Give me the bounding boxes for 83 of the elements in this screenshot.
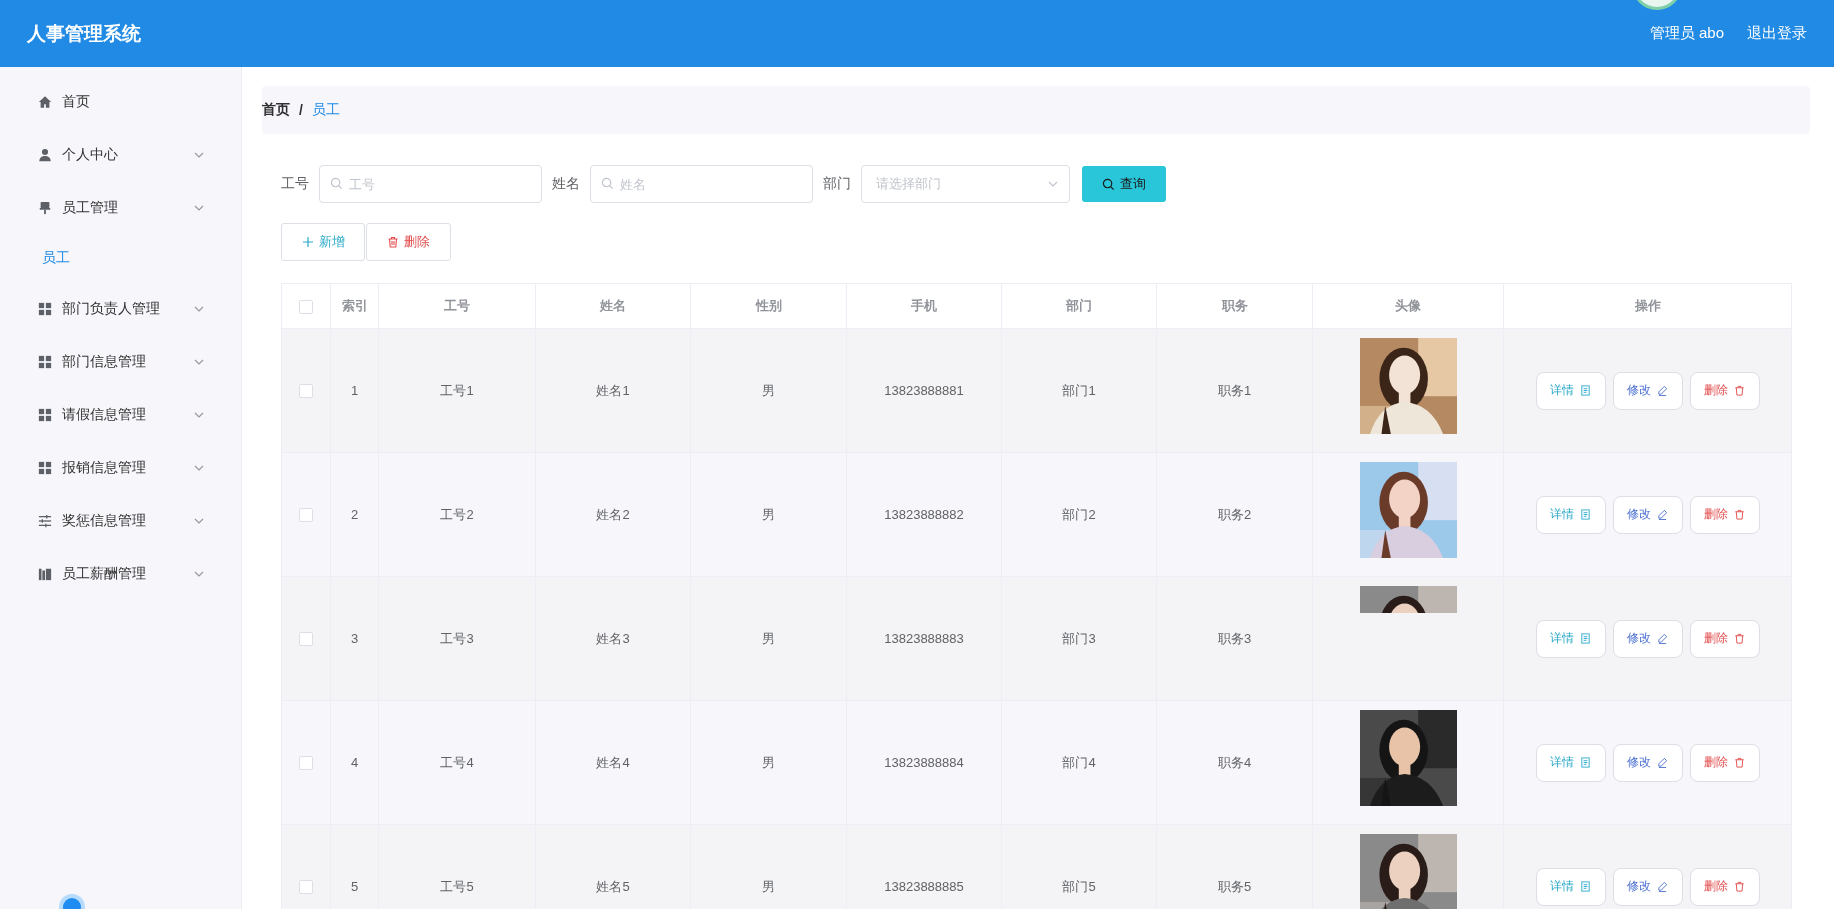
delete-button[interactable]: 删除 — [1689, 371, 1760, 410]
field-label: 部门 — [823, 175, 851, 193]
field-label: 姓名 — [552, 175, 580, 193]
table-cell: 男 — [762, 630, 775, 646]
edit-button[interactable]: 修改 — [1612, 619, 1683, 658]
menu-item[interactable]: 员工薪酬管理 — [0, 547, 241, 600]
menu-item[interactable]: 奖惩信息管理 — [0, 494, 241, 547]
menu-item[interactable]: 请假信息管理 — [0, 388, 241, 441]
detail-button[interactable]: 详情 — [1535, 619, 1606, 658]
column-header: 性别 — [755, 298, 782, 313]
column-header: 手机 — [911, 298, 937, 313]
column-header: 操作 — [1634, 298, 1661, 313]
detail-button[interactable]: 详情 — [1535, 495, 1606, 534]
table-cell: 13823888885 — [884, 879, 964, 894]
delete-button[interactable]: 删除 — [1689, 867, 1760, 906]
table-cell: 5 — [350, 879, 359, 894]
search-field[interactable]: 姓名 — [590, 165, 813, 203]
menu-item[interactable]: 首页 — [0, 75, 241, 128]
table-cell: 工号2 — [440, 506, 474, 522]
table-cell: 职务5 — [1217, 878, 1252, 894]
table-cell: 部门5 — [1062, 878, 1096, 894]
delete-button[interactable]: 删除 — [1689, 495, 1760, 534]
detail-button[interactable]: 详情 — [1535, 867, 1606, 906]
breadcrumb-link[interactable]: 首页 — [262, 101, 290, 119]
edit-button[interactable]: 修改 — [1612, 867, 1683, 906]
search-field[interactable]: 工号 — [319, 165, 542, 203]
menu-item[interactable]: 员工管理 — [0, 181, 241, 234]
table-cell: 职务2 — [1217, 506, 1252, 522]
table-cell: 男 — [762, 382, 775, 398]
table-cell: 4 — [350, 755, 359, 770]
table-cell: 13823888882 — [884, 507, 964, 522]
table-cell: 姓名3 — [596, 630, 630, 646]
table-cell: 部门2 — [1062, 506, 1096, 522]
table-cell: 职务4 — [1217, 754, 1252, 770]
table-cell: 姓名2 — [596, 506, 630, 522]
query-button[interactable]: 查询 — [1082, 166, 1166, 202]
column-header: 工号 — [444, 298, 470, 313]
table-cell: 3 — [350, 631, 359, 646]
column-header: 职务 — [1221, 298, 1248, 313]
menu-item[interactable]: 报销信息管理 — [0, 441, 241, 494]
detail-button[interactable]: 详情 — [1535, 743, 1606, 782]
delete-button[interactable]: 删除 — [366, 223, 451, 261]
table-cell: 男 — [762, 506, 775, 522]
breadcrumb-separator: / — [299, 102, 303, 118]
table-cell: 13823888883 — [884, 631, 964, 646]
column-header: 部门 — [1066, 298, 1092, 313]
table-cell: 姓名4 — [596, 754, 630, 770]
table-cell: 13823888881 — [884, 383, 964, 398]
table-cell: 1 — [350, 383, 359, 398]
edit-button[interactable]: 修改 — [1612, 743, 1683, 782]
menu-item[interactable]: 部门负责人管理 — [0, 282, 241, 335]
table-cell: 13823888884 — [884, 755, 964, 770]
column-header: 姓名 — [600, 298, 626, 313]
table-cell: 2 — [350, 507, 359, 522]
column-header: 头像 — [1395, 298, 1421, 313]
logout-link[interactable]: 退出登录 — [1747, 24, 1807, 43]
app-title: 人事管理系统 — [27, 21, 142, 46]
menu-item[interactable]: 部门信息管理 — [0, 335, 241, 388]
table-cell: 工号4 — [440, 754, 474, 770]
edit-button[interactable]: 修改 — [1612, 495, 1683, 534]
delete-button[interactable]: 删除 — [1689, 743, 1760, 782]
user-name: 管理员 abo — [1649, 24, 1724, 43]
delete-button[interactable]: 删除 — [1689, 619, 1760, 658]
add-button[interactable]: 新增 — [281, 223, 365, 261]
table-cell: 部门3 — [1062, 630, 1096, 646]
breadcrumb-link[interactable]: 员工 — [311, 101, 340, 119]
table-cell: 职务1 — [1217, 382, 1252, 398]
table-cell: 男 — [762, 878, 775, 894]
table-cell: 工号3 — [440, 630, 474, 646]
submenu-item[interactable]: 员工 — [0, 234, 241, 282]
table-cell: 工号1 — [440, 382, 474, 398]
menu-item[interactable]: 个人中心 — [0, 128, 241, 181]
table-cell: 姓名5 — [596, 878, 630, 894]
field-label: 工号 — [281, 175, 309, 193]
table-cell: 工号5 — [440, 878, 474, 894]
edit-button[interactable]: 修改 — [1612, 371, 1683, 410]
table-cell: 部门1 — [1062, 382, 1096, 398]
table-cell: 男 — [762, 754, 775, 770]
detail-button[interactable]: 详情 — [1535, 371, 1606, 410]
table-cell: 姓名1 — [596, 382, 630, 398]
table-cell: 部门4 — [1062, 754, 1096, 770]
column-header: 索引 — [341, 298, 368, 313]
table-cell: 职务3 — [1217, 630, 1252, 646]
